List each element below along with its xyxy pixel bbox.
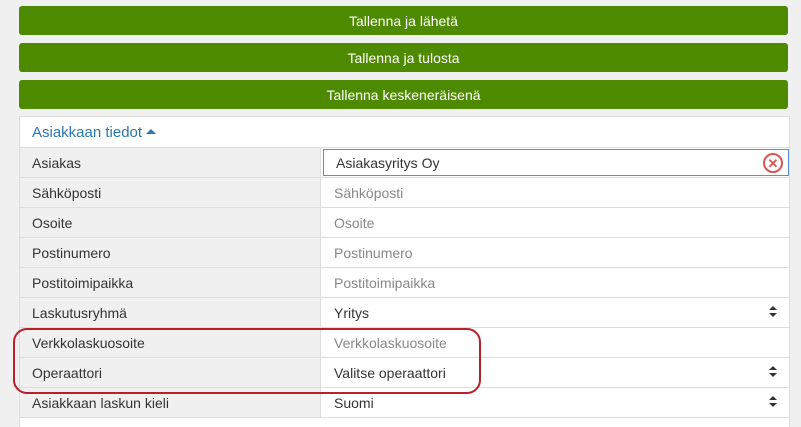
form-row-operator: Operaattori Valitse operaattori [20, 358, 789, 388]
save-and-send-button[interactable]: Tallenna ja lähetä [19, 6, 788, 35]
einvoice-address-placeholder: Verkkolaskuosoite [334, 334, 447, 351]
form-row-email: Sähköposti Sähköposti [20, 178, 789, 208]
sort-arrows-icon [769, 306, 777, 318]
einvoice-address-label: Verkkolaskuosoite [20, 328, 321, 357]
invoice-language-label: Asiakkaan laskun kieli [20, 388, 321, 417]
form-row-einvoice-address: Verkkolaskuosoite Verkkolaskuosoite [20, 328, 789, 358]
customer-value: Asiakasyritys Oy [336, 154, 440, 171]
customer-info-panel: Asiakkaan tiedot Asiakas Asiakasyritys O… [19, 116, 790, 427]
customer-label: Asiakas [20, 148, 321, 177]
city-placeholder: Postitoimipaikka [334, 274, 436, 291]
invoice-language-select[interactable]: Suomi [321, 388, 789, 417]
form-row-city: Postitoimipaikka Postitoimipaikka [20, 268, 789, 298]
einvoice-address-field[interactable]: Verkkolaskuosoite [321, 328, 789, 357]
operator-value: Valitse operaattori [334, 364, 446, 381]
form-row-postal-code: Postinumero Postinumero [20, 238, 789, 268]
form-row-billing-group: Laskutusryhmä Yritys [20, 298, 789, 328]
caret-up-icon [146, 128, 157, 134]
email-placeholder: Sähköposti [334, 184, 404, 201]
city-label: Postitoimipaikka [20, 268, 321, 297]
form-row-customer: Asiakas Asiakasyritys Oy ✕ [20, 148, 789, 178]
billing-group-value: Yritys [334, 304, 369, 321]
form-row-address: Osoite Osoite [20, 208, 789, 238]
operator-select[interactable]: Valitse operaattori [321, 358, 789, 387]
postal-code-placeholder: Postinumero [334, 244, 413, 261]
address-label: Osoite [20, 208, 321, 237]
postal-code-field[interactable]: Postinumero [321, 238, 789, 267]
invoice-language-value: Suomi [334, 394, 374, 411]
city-field[interactable]: Postitoimipaikka [321, 268, 789, 297]
billing-group-label: Laskutusryhmä [20, 298, 321, 327]
address-placeholder: Osoite [334, 214, 375, 231]
billing-group-select[interactable]: Yritys [321, 298, 789, 327]
save-and-print-button[interactable]: Tallenna ja tulosta [19, 43, 788, 72]
clear-icon[interactable]: ✕ [763, 153, 783, 173]
email-label: Sähköposti [20, 178, 321, 207]
address-field[interactable]: Osoite [321, 208, 789, 237]
operator-label: Operaattori [20, 358, 321, 387]
postal-code-label: Postinumero [20, 238, 321, 267]
panel-title: Asiakkaan tiedot [32, 123, 143, 141]
sort-arrows-icon [769, 366, 777, 378]
form-row-invoice-language: Asiakkaan laskun kieli Suomi [20, 388, 789, 418]
email-field[interactable]: Sähköposti [321, 178, 789, 207]
sort-arrows-icon [769, 396, 777, 408]
customer-info-toggle[interactable]: Asiakkaan tiedot [20, 117, 789, 148]
save-as-draft-button[interactable]: Tallenna keskeneräisenä [19, 80, 788, 109]
customer-input[interactable]: Asiakasyritys Oy ✕ [323, 149, 789, 176]
